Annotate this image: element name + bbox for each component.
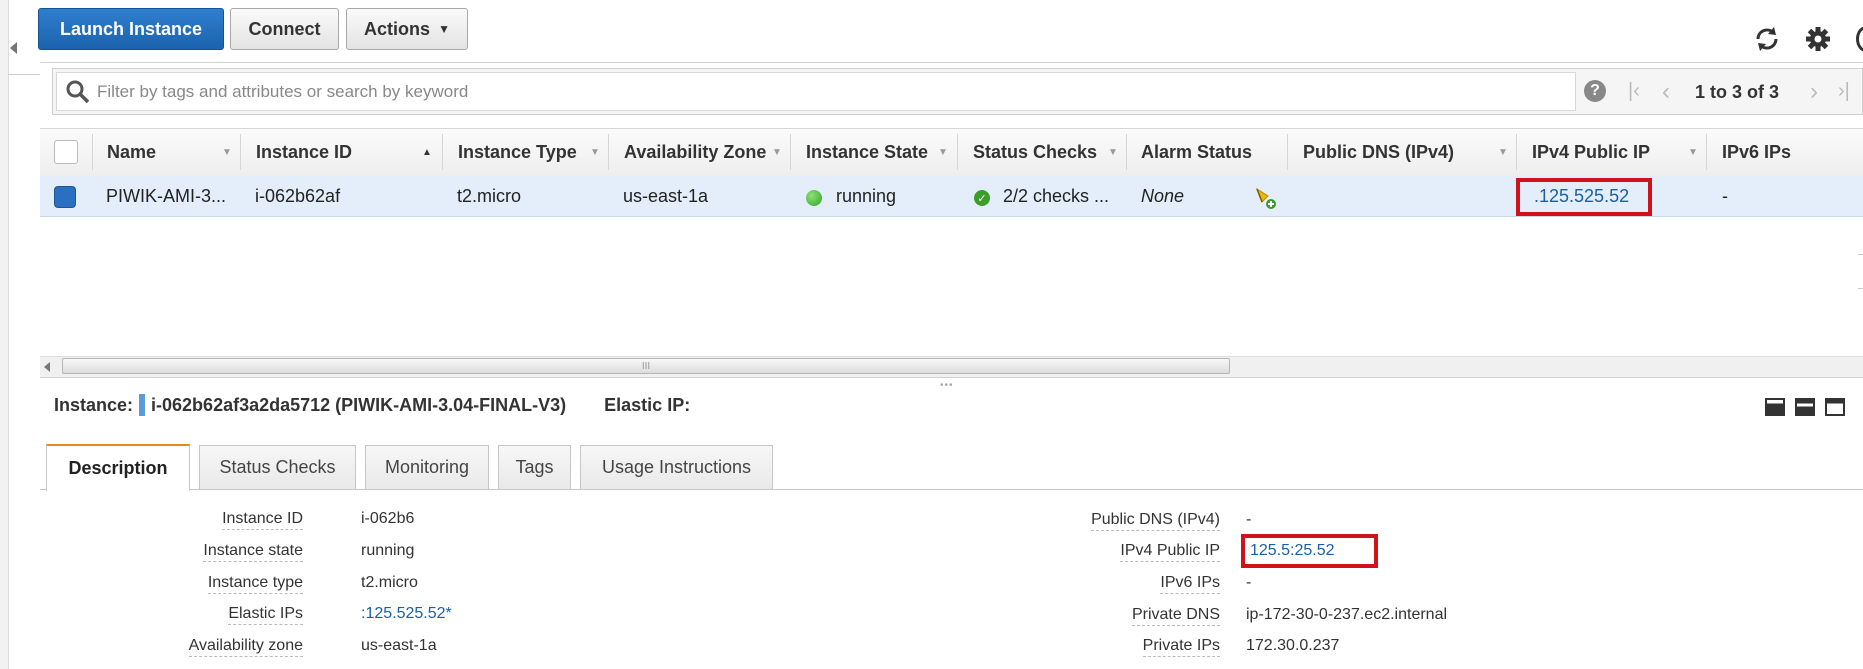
label-public-dns: Public DNS (IPv4) — [1091, 510, 1220, 531]
label-private-ips: Private IPs — [1142, 636, 1220, 657]
add-alarm-icon[interactable] — [1254, 186, 1278, 210]
value-elastic-ips[interactable]: :125.525.52* — [361, 604, 452, 624]
value-private-dns: ip-172-30-0-237.ec2.internal — [1246, 606, 1448, 623]
elastic-ip-label: Elastic IP: — [604, 394, 691, 415]
status-checks-sort-icon[interactable]: ▼ — [1108, 147, 1118, 158]
col-header-availability-zone[interactable]: Availability Zone — [624, 130, 766, 174]
table-edge-tick — [1858, 254, 1863, 255]
tab-baseline — [40, 489, 1863, 490]
ipv4-detail-highlight-box — [1241, 534, 1378, 568]
pane-splitter[interactable] — [40, 377, 1863, 378]
col-header-ipv6-ips[interactable]: IPv6 IPs — [1722, 130, 1791, 174]
value-public-dns: - — [1246, 511, 1252, 528]
help-icon[interactable]: ? — [1584, 80, 1606, 102]
check-circle-icon: ✓ — [974, 190, 990, 206]
chevron-down-icon: ▼ — [438, 22, 450, 36]
value-availability-zone: us-east-1a — [361, 637, 437, 654]
scroll-left-arrow[interactable] — [44, 362, 50, 372]
label-elastic-ips: Elastic IPs — [228, 604, 303, 625]
label-private-dns: Private DNS — [1131, 605, 1220, 626]
help-icon-partial[interactable] — [1856, 26, 1863, 52]
ipv4-highlight-box — [1516, 178, 1652, 216]
search-icon — [65, 79, 91, 105]
tab-tags[interactable]: Tags — [498, 445, 571, 489]
col-header-name[interactable]: Name — [107, 130, 156, 174]
value-instance-type: t2.micro — [361, 574, 418, 591]
value-private-ips: 172.30.0.237 — [1246, 637, 1340, 654]
row-status-checks[interactable]: 2/2 checks ... — [1003, 186, 1109, 207]
actions-label: Actions — [364, 18, 431, 39]
gutter-divider — [8, 74, 40, 75]
table-edge-tick — [1858, 288, 1863, 289]
select-all-checkbox[interactable] — [54, 140, 78, 164]
layout-bottom-icon[interactable] — [1765, 398, 1785, 416]
instance-id-sort-up-icon[interactable]: ▲ — [422, 147, 432, 158]
tab-status-checks[interactable]: Status Checks — [199, 445, 356, 489]
search-input[interactable]: Filter by tags and attributes or search … — [56, 72, 1576, 111]
row-instance-state: running — [836, 186, 897, 206]
pagination-range: 1 to 3 of 3 — [1695, 82, 1780, 102]
col-header-instance-state[interactable]: Instance State — [806, 130, 928, 174]
row-name: PIWIK-AMI-3... — [106, 186, 227, 206]
row-alarm-status: None — [1141, 186, 1185, 206]
instance-label: Instance: — [54, 394, 134, 415]
label-ipv4-public-ip: IPv4 Public IP — [1120, 541, 1220, 562]
instance-type-sort-icon[interactable]: ▼ — [590, 147, 600, 158]
name-sort-icon[interactable]: ▼ — [222, 147, 232, 158]
col-header-alarm-status[interactable]: Alarm Status — [1141, 130, 1252, 174]
last-page-icon[interactable]: ›| — [1838, 80, 1850, 103]
next-page-icon[interactable]: › — [1810, 78, 1818, 106]
scrollbar-thumb[interactable]: III — [62, 358, 1230, 374]
connect-button[interactable]: Connect — [230, 8, 339, 50]
col-header-instance-type[interactable]: Instance Type — [458, 130, 577, 174]
tab-active-gap — [47, 489, 189, 491]
value-ipv6-ips: - — [1246, 574, 1252, 591]
instance-state-sort-icon[interactable]: ▼ — [938, 147, 948, 158]
ipv4-sort-icon[interactable]: ▼ — [1688, 147, 1698, 158]
availability-zone-sort-icon[interactable]: ▼ — [772, 147, 782, 158]
tab-description[interactable]: Description — [46, 444, 190, 491]
row-checkbox[interactable] — [54, 186, 76, 208]
tab-monitoring[interactable]: Monitoring — [365, 445, 489, 489]
layout-split-icon[interactable] — [1795, 398, 1815, 416]
row-instance-type: t2.micro — [457, 186, 522, 206]
scrollbar-grip: III — [641, 360, 651, 372]
col-header-instance-id[interactable]: Instance ID — [256, 130, 352, 174]
public-dns-sort-icon[interactable]: ▼ — [1498, 147, 1508, 158]
splitter-grip-icon[interactable]: ••• — [940, 380, 954, 391]
label-instance-id: Instance ID — [222, 509, 303, 530]
label-instance-state: Instance state — [203, 541, 303, 562]
col-header-status-checks[interactable]: Status Checks — [973, 130, 1097, 174]
gear-icon[interactable] — [1805, 26, 1831, 52]
actions-button[interactable]: Actions ▼ — [346, 8, 468, 50]
row-ipv6-ips: - — [1722, 186, 1728, 206]
label-ipv6-ips: IPv6 IPs — [1160, 573, 1220, 594]
col-header-public-dns[interactable]: Public DNS (IPv4) — [1303, 130, 1454, 174]
launch-instance-button[interactable]: Launch Instance — [38, 8, 224, 50]
value-instance-state: running — [361, 542, 415, 559]
running-status-icon — [806, 190, 822, 206]
value-instance-id: i-062b6 — [361, 510, 415, 527]
label-instance-type: Instance type — [207, 573, 303, 594]
tab-usage-instructions[interactable]: Usage Instructions — [580, 445, 773, 489]
instance-color-swatch — [139, 394, 146, 416]
refresh-icon[interactable] — [1752, 24, 1782, 54]
row-availability-zone: us-east-1a — [623, 186, 709, 206]
toolbar-separator — [40, 62, 1863, 63]
layout-top-icon[interactable] — [1825, 398, 1845, 416]
search-placeholder: Filter by tags and attributes or search … — [97, 81, 469, 101]
row-instance-id: i-062b62af — [255, 186, 341, 206]
instance-title: i-062b62af3a2da5712 (PIWIK-AMI-3.04-FINA… — [151, 394, 567, 415]
col-header-ipv4-public-ip[interactable]: IPv4 Public IP — [1532, 130, 1650, 174]
collapse-arrow-icon[interactable] — [10, 42, 17, 54]
prev-page-icon[interactable]: ‹ — [1662, 78, 1670, 106]
left-gutter — [0, 0, 9, 669]
label-availability-zone: Availability zone — [188, 636, 303, 657]
first-page-icon[interactable]: |‹ — [1628, 80, 1640, 103]
details-header: Instance: i-062b62af3a2da5712 (PIWIK-AMI… — [54, 394, 690, 416]
